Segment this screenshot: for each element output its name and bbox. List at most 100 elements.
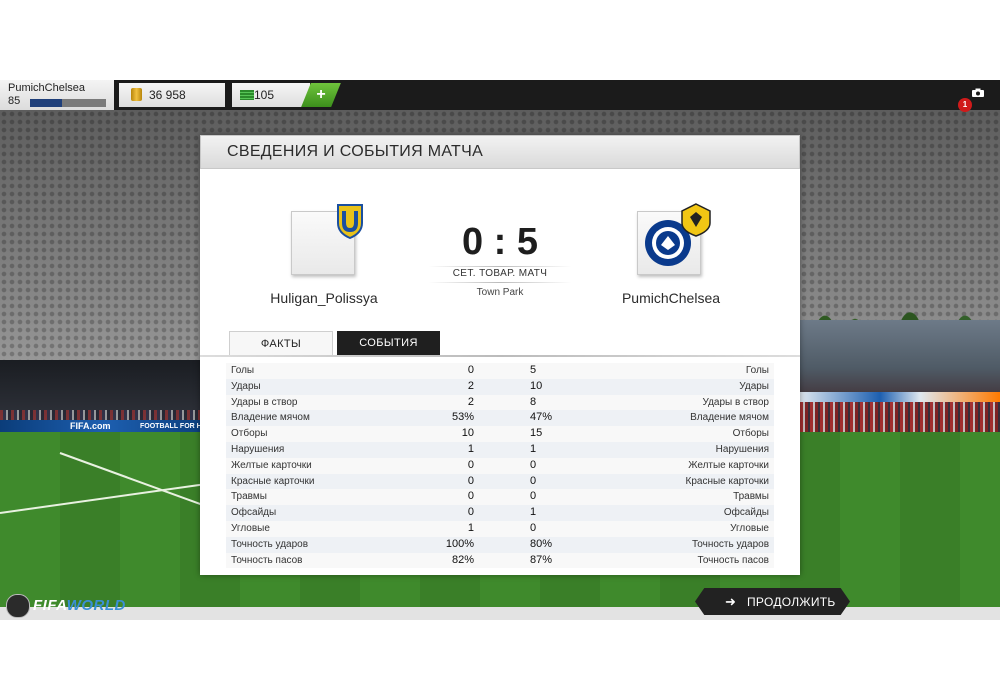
panel-header: СВЕДЕНИЯ И СОБЫТИЯ МАТЧА (200, 135, 800, 169)
plus-icon: + (316, 86, 326, 103)
stat-label-away: Удары (739, 380, 769, 392)
stat-value-away: 87% (530, 553, 553, 566)
coins-icon (131, 88, 142, 101)
bottom-bar (0, 607, 1000, 620)
stat-value-away: 0 (530, 490, 537, 503)
stat-value-away: 80% (530, 537, 553, 550)
stat-value-home: 82% (451, 553, 474, 566)
stat-row: Удары в створ 2 8 Удары в створ (226, 394, 774, 411)
stat-row: Голы 0 5 Голы (226, 363, 774, 379)
page-title: СВЕДЕНИЯ И СОБЫТИЯ МАТЧА (227, 143, 484, 160)
ea-sports-icon (6, 594, 30, 618)
camera-icon[interactable] (972, 88, 984, 97)
continue-label: ПРОДОЛЖИТЬ (747, 595, 836, 609)
level-progress-bar (30, 99, 106, 107)
stat-label-home: Желтые карточки (231, 459, 312, 471)
right-adboard (800, 392, 1000, 402)
stat-row: Точность пасов 82% 87% Точность пасов (226, 552, 774, 569)
match-details-panel: СВЕДЕНИЯ И СОБЫТИЯ МАТЧА Huligan_Polissy… (200, 135, 800, 575)
stat-label-away: Голы (745, 365, 769, 376)
stat-label-home: Точность пасов (231, 554, 303, 566)
stat-label-home: Голы (231, 365, 255, 376)
points-display[interactable]: 105 (232, 83, 310, 107)
adboard-text: FOOTBALL FOR H (140, 423, 202, 430)
stat-row: Травмы 0 0 Травмы (226, 489, 774, 506)
stat-value-away: 47% (530, 411, 553, 424)
stat-value-away: 10 (530, 379, 543, 392)
stat-label-away: Угловые (730, 522, 769, 534)
stat-value-home: 10 (461, 427, 474, 440)
player-profile[interactable]: PumichChelsea 85 (0, 80, 114, 110)
stat-value-away: 1 (530, 442, 537, 455)
stat-value-home: 2 (467, 395, 474, 408)
stat-label-home: Удары (231, 380, 261, 392)
stat-label-away: Владение мячом (690, 412, 769, 424)
logo-fifa: FIFA (33, 597, 67, 614)
stat-label-home: Красные карточки (231, 475, 315, 487)
stat-row: Отборы 10 15 Отборы (226, 426, 774, 442)
stat-label-home: Удары в створ (231, 396, 298, 408)
stat-value-away: 0 (530, 521, 537, 534)
match-type: СЕТ. ТОВАР. МАТЧ (452, 268, 548, 279)
tab-events[interactable]: СОБЫТИЯ (337, 331, 440, 355)
stat-value-home: 0 (467, 490, 474, 503)
stat-row: Офсайды 0 1 Офсайды (226, 505, 774, 521)
stat-label-away: Травмы (733, 491, 769, 503)
player-level: 85 (8, 95, 21, 107)
stat-value-home: 0 (467, 474, 474, 487)
stat-label-away: Офсайды (723, 507, 769, 519)
tab-facts[interactable]: ФАКТЫ (229, 331, 333, 356)
stat-value-home: 0 (467, 364, 474, 376)
away-badge-icon (681, 203, 711, 237)
stat-row: Желтые карточки 0 0 Желтые карточки (226, 457, 774, 474)
stat-label-home: Нарушения (231, 443, 285, 455)
stat-value-home: 0 (467, 458, 474, 471)
fifa-world-logo: FIFAWORLD (6, 593, 125, 618)
stat-value-away: 0 (530, 474, 537, 487)
stat-label-home: Отборы (231, 428, 268, 440)
top-bar: PumichChelsea 85 36 958 105 + 1 (0, 80, 1000, 112)
stat-value-home: 1 (467, 442, 474, 455)
stat-value-home: 100% (445, 537, 474, 550)
stat-label-away: Отборы (732, 428, 769, 440)
home-team-crest-icon (337, 204, 363, 239)
stat-label-home: Владение мячом (231, 412, 310, 424)
points-value: 105 (254, 88, 275, 102)
stat-label-away: Красные карточки (685, 475, 769, 487)
points-icon (240, 90, 254, 100)
home-team-name: Huligan_Polissya (270, 290, 378, 306)
add-points-button[interactable]: + (301, 83, 341, 107)
stat-value-home: 1 (467, 521, 474, 534)
adboard-text: FIFA.com (70, 421, 111, 431)
logo-world: WORLD (66, 597, 126, 614)
stat-label-home: Травмы (231, 491, 267, 503)
stat-value-home: 0 (467, 506, 474, 519)
notification-badge[interactable]: 1 (958, 98, 972, 112)
score: 0 : 5 (461, 221, 539, 263)
stat-label-away: Точность ударов (691, 538, 769, 550)
stat-row: Удары 2 10 Удары (226, 378, 774, 395)
stat-value-away: 8 (530, 395, 537, 408)
stat-label-home: Точность ударов (231, 538, 309, 550)
match-stats-table: Голы 0 5 Голы Удары 2 10 Удары Удары в створ 2 8 Уд… (226, 363, 774, 569)
stat-label-home: Офсайды (231, 507, 277, 519)
away-team-name: PumichChelsea (621, 290, 721, 306)
stat-value-away: 5 (530, 364, 537, 376)
stat-row: Угловые 1 0 Угловые (226, 520, 774, 537)
level-progress-fill (30, 99, 62, 107)
coins-value: 36 958 (149, 88, 186, 102)
stat-value-away: 15 (530, 427, 543, 440)
stat-row: Владение мячом 53% 47% Владение мячом (226, 410, 774, 427)
stat-row: Нарушения 1 1 Нарушения (226, 441, 774, 458)
stat-value-away: 1 (530, 506, 537, 519)
stat-value-away: 0 (530, 458, 537, 471)
stat-label-away: Удары в створ (702, 396, 770, 408)
stat-label-away: Желтые карточки (688, 459, 769, 471)
stat-value-home: 2 (467, 379, 474, 392)
coins-display[interactable]: 36 958 (119, 83, 225, 107)
stat-row: Красные карточки 0 0 Красные карточки (226, 473, 774, 490)
tab-divider (200, 355, 800, 357)
continue-button[interactable]: ➜ ПРОДОЛЖИТЬ (695, 588, 850, 615)
stat-row: Точность ударов 100% 80% Точность ударов (226, 536, 774, 553)
stat-value-home: 53% (451, 411, 474, 424)
